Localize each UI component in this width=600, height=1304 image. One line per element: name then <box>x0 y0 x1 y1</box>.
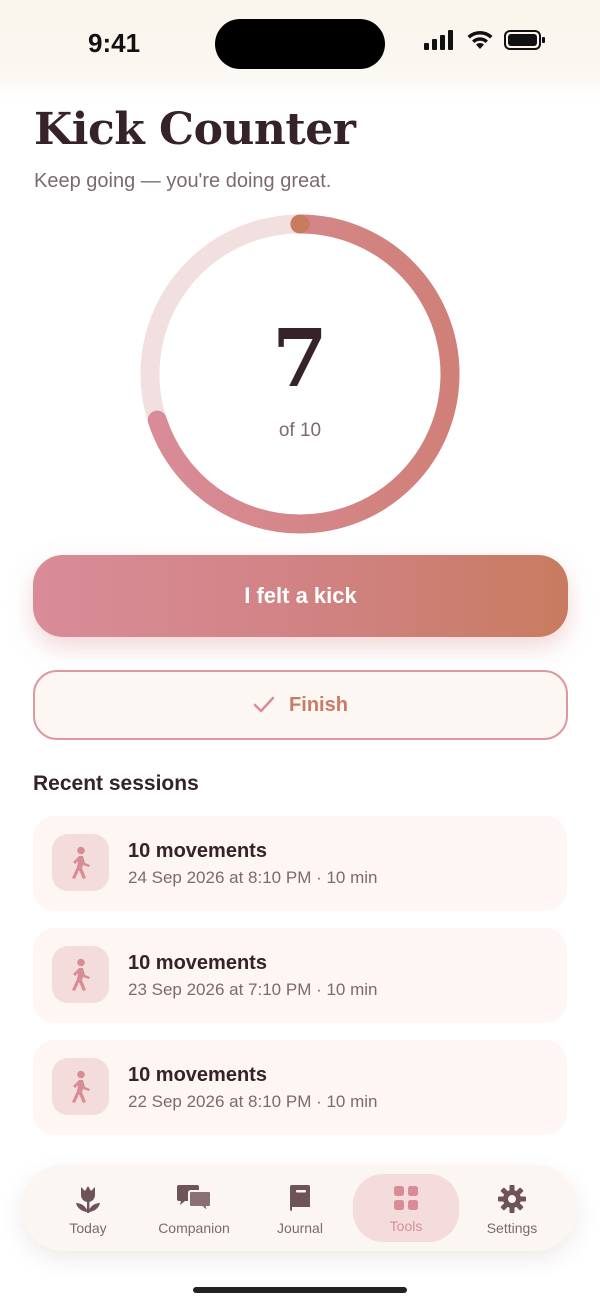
gear-icon <box>498 1185 526 1213</box>
book-icon <box>290 1185 310 1211</box>
signal-icon <box>424 30 453 50</box>
tab-today[interactable]: Today <box>35 1174 141 1242</box>
page-title: Kick Counter <box>34 104 356 155</box>
wifi-icon <box>467 30 493 49</box>
grid-icon <box>394 1186 418 1210</box>
session-title: 10 movements <box>128 1064 267 1086</box>
tab-tools-label: Tools <box>389 1218 423 1234</box>
walking-icon <box>52 1058 109 1115</box>
session-meta: 24 Sep 2026 at 8:10 PM · 10 min <box>128 868 378 887</box>
tab-settings-label: Settings <box>486 1220 538 1236</box>
page-subtitle: Keep going — you're doing great. <box>34 170 332 192</box>
status-bar: 9:41 <box>0 0 600 100</box>
progress-ring: 7 of 10 <box>140 214 460 534</box>
session-card[interactable]: 10 movements 24 Sep 2026 at 8:10 PM · 10… <box>33 816 567 911</box>
status-time: 9:41 <box>88 28 141 58</box>
status-icons <box>424 30 546 50</box>
felt-kick-button[interactable]: I felt a kick <box>33 555 568 637</box>
dynamic-island <box>215 19 385 69</box>
session-title: 10 movements <box>128 952 267 974</box>
tab-tools[interactable]: Tools <box>353 1174 459 1242</box>
checkmark-icon <box>253 696 275 713</box>
tab-today-label: Today <box>69 1220 107 1236</box>
tab-settings[interactable]: Settings <box>459 1174 565 1242</box>
walking-icon <box>52 946 109 1003</box>
session-title: 10 movements <box>128 840 267 862</box>
tulip-icon <box>76 1186 100 1213</box>
session-meta: 23 Sep 2026 at 7:10 PM · 10 min <box>128 980 378 999</box>
finish-button[interactable]: Finish <box>33 670 568 740</box>
session-card[interactable]: 10 movements 22 Sep 2026 at 8:10 PM · 10… <box>33 1040 567 1135</box>
tab-companion[interactable]: Companion <box>141 1174 247 1242</box>
session-card[interactable]: 10 movements 23 Sep 2026 at 7:10 PM · 10… <box>33 928 567 1023</box>
kick-count: 7 <box>272 311 328 405</box>
tab-journal-label: Journal <box>277 1220 323 1236</box>
progress-ring-start-dot <box>290 214 310 234</box>
walking-icon <box>52 834 109 891</box>
battery-icon <box>504 30 545 50</box>
felt-kick-label: I felt a kick <box>244 583 357 608</box>
finish-label: Finish <box>289 693 348 716</box>
tab-journal[interactable]: Journal <box>247 1174 353 1242</box>
tab-companion-label: Companion <box>158 1220 230 1236</box>
recent-sessions-title: Recent sessions <box>33 772 199 795</box>
home-indicator <box>193 1287 407 1293</box>
chat-bubbles-icon <box>177 1185 212 1214</box>
tab-bar: Today Companion Journal Tools Settings <box>21 1165 578 1251</box>
kick-goal-label: of 10 <box>278 420 322 441</box>
session-meta: 22 Sep 2026 at 8:10 PM · 10 min <box>128 1092 378 1111</box>
